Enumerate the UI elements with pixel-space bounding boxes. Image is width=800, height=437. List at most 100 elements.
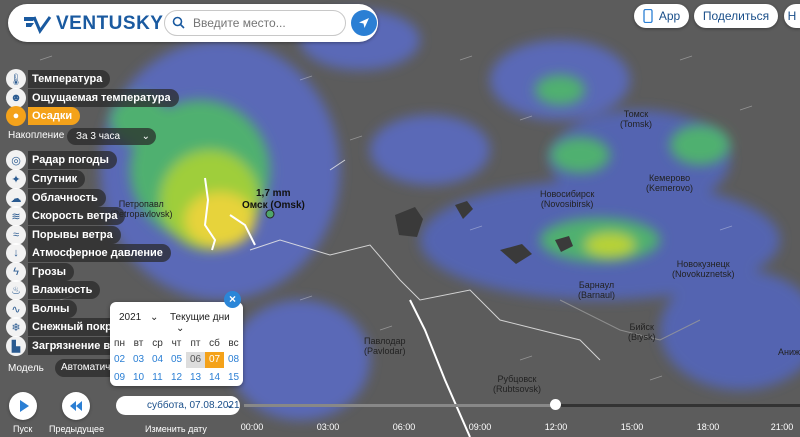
marker-city: Омск (Omsk) (242, 200, 305, 211)
timeline-track[interactable] (244, 404, 800, 407)
search-icon (172, 16, 185, 34)
layer-label: Облачность (28, 189, 106, 207)
accumulation-label: Накопление (8, 130, 65, 141)
range-value: Текущие дни (170, 312, 230, 323)
change-date-label: Изменить дату (145, 424, 207, 434)
ventusky-logo-icon (24, 16, 52, 34)
calendar-day[interactable]: 11 (148, 370, 167, 386)
date-picker: 2021 ⌄ Текущие дни ⌄ пн вт ср чт пт сб в… (110, 302, 243, 386)
weekday-label: пн (114, 338, 125, 349)
calendar-day[interactable]: 15 (224, 370, 243, 386)
weekday-label: ср (152, 338, 163, 349)
year-select[interactable]: 2021 ⌄ (119, 312, 158, 323)
calendar-day[interactable]: 10 (129, 370, 148, 386)
play-label: Пуск (13, 424, 33, 434)
city-label: Новосибирск (Novosibirsk) (540, 189, 595, 209)
city-label: Новокузнецк (Novokuznetsk) (672, 259, 735, 279)
logo[interactable]: VENTUSKY (22, 13, 163, 35)
time-tick: 21:00 (770, 422, 794, 432)
layer-humidity[interactable]: ♨ Влажность (6, 280, 101, 300)
time-tick: 18:00 (696, 422, 720, 432)
calendar-day[interactable]: 02 (110, 352, 129, 368)
humidity-icon: ♨ (6, 280, 26, 300)
close-icon[interactable]: × (224, 291, 241, 308)
weekday-label: вт (133, 338, 144, 349)
layer-label: Температура (28, 70, 111, 88)
wind-icon: ≋ (6, 206, 26, 226)
layer-satellite[interactable]: ✦ Спутник (6, 169, 86, 189)
weekday-label: чт (171, 338, 182, 349)
layer-label: Скорость ветра (28, 207, 126, 225)
calendar-day-selected[interactable]: 07 (205, 352, 224, 368)
layer-waves[interactable]: ∿ Волны (6, 299, 78, 319)
layer-pressure[interactable]: ↓ Атмосферное давление (6, 243, 171, 263)
layer-feels-like[interactable]: ☻ Ощущаемая температура (6, 88, 179, 108)
marker-value: 1,7 mm (256, 188, 291, 199)
calendar-day[interactable]: 06 (186, 352, 205, 368)
timeline-handle[interactable] (550, 399, 562, 410)
calendar-day[interactable]: 05 (167, 352, 186, 368)
header-bar: VENTUSKY (8, 4, 378, 42)
calendar-day[interactable]: 03 (129, 352, 148, 368)
previous-button[interactable] (62, 392, 90, 420)
previous-label: Предыдущее (49, 424, 105, 434)
calendar-day[interactable]: 12 (167, 370, 186, 386)
navigation-arrow-icon (359, 18, 369, 28)
time-controls: Пуск Предыдущее суббота, 07.08.2021 ⌄ Из… (0, 392, 800, 437)
chevron-down-icon: ⌄ (225, 400, 234, 411)
city-label: Бийск (Biysk) (628, 322, 656, 342)
calendar-day[interactable]: 09 (110, 370, 129, 386)
layer-label: Осадки (28, 107, 81, 125)
snowflake-icon: ❄ (6, 317, 26, 337)
radar-icon: ◎ (6, 150, 26, 170)
weekday-label: вс (228, 338, 239, 349)
locate-button[interactable] (351, 10, 377, 36)
city-label: Рубцовск (Rubtsovsk) (493, 374, 542, 394)
city-label: Павлодар (Pavlodar) (364, 336, 406, 356)
model-select[interactable]: Автоматич (55, 359, 110, 377)
accumulation-value: За 3 часа (76, 131, 121, 142)
calendar-day[interactable]: 13 (186, 370, 205, 386)
rewind-icon (70, 401, 82, 411)
chevron-down-icon: ⌄ (176, 323, 185, 334)
layer-precipitation[interactable]: ● Осадки (6, 106, 81, 126)
time-tick: 06:00 (392, 422, 416, 432)
search-box[interactable] (164, 10, 346, 36)
model-value: Автоматич (61, 362, 110, 373)
layer-wind-speed[interactable]: ≋ Скорость ветра (6, 206, 126, 226)
location-marker (265, 209, 275, 219)
calendar-day[interactable]: 14 (205, 370, 224, 386)
search-input[interactable] (191, 15, 343, 31)
layer-wind-gusts[interactable]: ≈ Порывы ветра (6, 225, 121, 245)
layer-radar[interactable]: ◎ Радар погоды (6, 150, 117, 170)
share-button[interactable]: Поделиться (694, 4, 778, 28)
layer-label: Атмосферное давление (28, 244, 171, 262)
time-tick: 03:00 (316, 422, 340, 432)
accumulation-select[interactable]: За 3 часа ⌄ (67, 128, 156, 145)
lightning-icon: ϟ (6, 262, 26, 282)
range-select[interactable]: Текущие дни ⌄ (170, 312, 243, 334)
app-button-label: App (658, 9, 681, 23)
chevron-down-icon: ⌄ (150, 312, 159, 323)
layer-thunderstorms[interactable]: ϟ Грозы (6, 262, 74, 282)
layer-clouds[interactable]: ☁ Облачность (6, 188, 106, 208)
chevron-down-icon: ⌄ (141, 131, 150, 142)
factory-icon: ▙ (6, 336, 26, 356)
cloud-icon: ☁ (6, 188, 26, 208)
play-icon (20, 400, 29, 412)
weekday-label: сб (209, 338, 220, 349)
satellite-icon: ✦ (6, 169, 26, 189)
date-button[interactable]: суббота, 07.08.2021 ⌄ (116, 396, 240, 415)
layer-label: Грозы (28, 263, 74, 281)
app-button[interactable]: App (634, 4, 689, 28)
calendar-day[interactable]: 04 (148, 352, 167, 368)
share-button-label: Поделиться (702, 9, 770, 23)
layer-label: Ощущаемая температура (28, 89, 179, 107)
layer-label: Влажность (28, 281, 101, 299)
play-button[interactable] (9, 392, 37, 420)
calendar-day[interactable]: 08 (224, 352, 243, 368)
more-button-label: Н (787, 9, 797, 23)
layer-temperature[interactable]: 🌡 Температура (6, 69, 111, 89)
time-tick: 15:00 (620, 422, 644, 432)
weekday-label: пт (190, 338, 201, 349)
